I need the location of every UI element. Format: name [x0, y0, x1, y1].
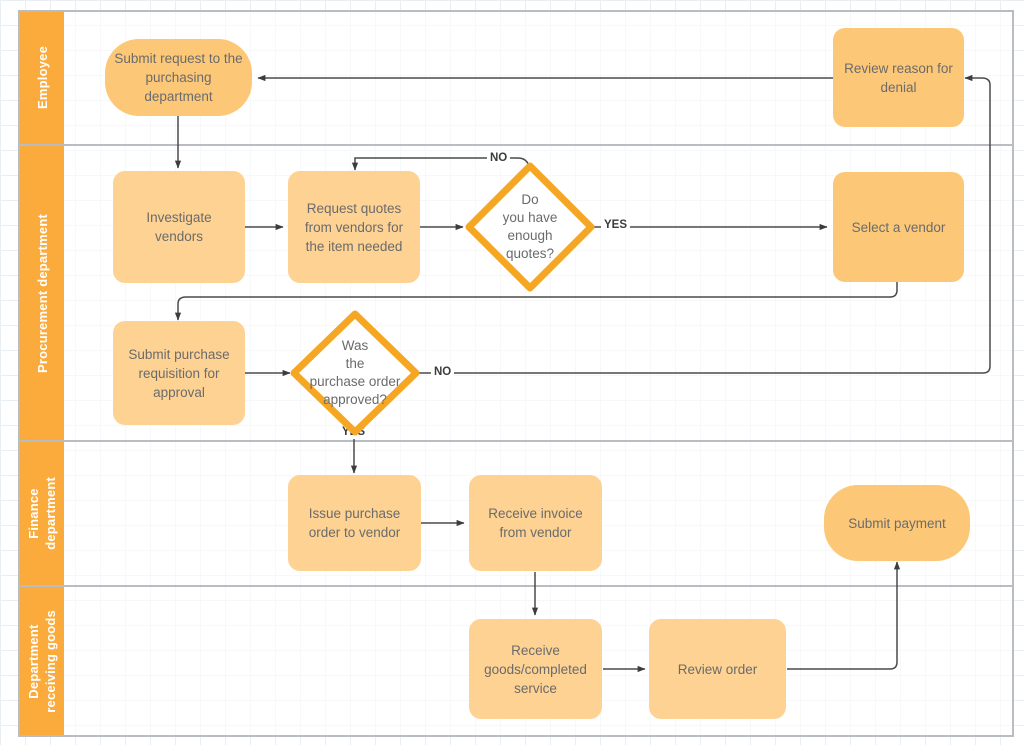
lane-header-procurement[interactable]: Procurement department — [20, 146, 64, 440]
edge-label-approved-no: NO — [431, 366, 455, 379]
node-receive-goods[interactable]: Receive goods/completed service — [469, 619, 602, 719]
node-receive-invoice[interactable]: Receive invoice from vendor — [469, 475, 602, 571]
lane-header-finance[interactable]: Finance department — [20, 442, 64, 585]
decision-po-approved-label: Was the purchase order approved? — [309, 338, 401, 407]
node-submit-payment[interactable]: Submit payment — [824, 485, 970, 561]
lane-label-finance: Finance department — [26, 477, 58, 550]
lane-header-employee[interactable]: Employee — [20, 12, 64, 144]
flowchart-canvas: Employee Procurement department Finance … — [0, 0, 1024, 745]
node-investigate-vendors[interactable]: Investigate vendors — [113, 171, 245, 283]
node-issue-purchase-order[interactable]: Issue purchase order to vendor — [288, 475, 421, 571]
lane-label-receiving: Department receiving goods — [26, 609, 58, 713]
lane-header-receiving[interactable]: Department receiving goods — [20, 587, 64, 735]
node-submit-request[interactable]: Submit request to the purchasing departm… — [105, 39, 252, 116]
node-review-order[interactable]: Review order — [649, 619, 786, 719]
lane-divider-2 — [18, 440, 1014, 442]
node-submit-requisition[interactable]: Submit purchase requisition for approval — [113, 321, 245, 425]
lane-label-employee: Employee — [34, 46, 50, 110]
decision-enough-quotes[interactable]: Do you have enough quotes? — [463, 160, 597, 294]
lane-label-procurement: Procurement department — [34, 213, 50, 373]
decision-po-approved[interactable]: Was the purchase order approved? — [288, 308, 422, 438]
node-request-quotes[interactable]: Request quotes from vendors for the item… — [288, 171, 420, 283]
edge-label-quotes-yes: YES — [601, 219, 631, 232]
decision-enough-quotes-label: Do you have enough quotes? — [502, 192, 558, 261]
lane-divider-3 — [18, 585, 1014, 587]
node-review-reason-for-denial[interactable]: Review reason for denial — [833, 28, 964, 127]
node-select-a-vendor[interactable]: Select a vendor — [833, 172, 964, 282]
lane-divider-1 — [18, 144, 1014, 146]
